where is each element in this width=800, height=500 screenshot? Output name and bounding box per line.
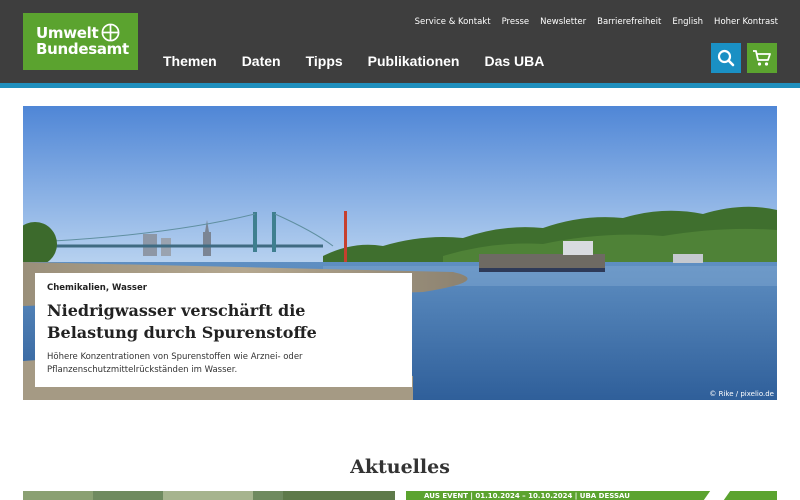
image-credit: © Rike / pixelio.de: [709, 390, 774, 398]
nav-item-daten[interactable]: Daten: [242, 52, 281, 70]
service-link-barrierefreiheit[interactable]: Barrierefreiheit: [597, 17, 661, 28]
hero-tags[interactable]: Chemikalien, Wasser: [47, 283, 147, 293]
teaser-image-segment: [23, 491, 93, 500]
teaser-image-segment: [163, 491, 253, 500]
news-teaser-image-left[interactable]: [23, 491, 395, 500]
nav-item-publikationen[interactable]: Publikationen: [368, 52, 460, 70]
section-title-aktuelles: Aktuelles: [350, 456, 450, 478]
hero-description: Höhere Konzentrationen von Spurenstoffen…: [47, 352, 303, 375]
hero-teaser-card[interactable]: Chemikalien, Wasser Niedrigwasser versch…: [35, 273, 412, 387]
service-link-english[interactable]: English: [672, 17, 703, 28]
search-button[interactable]: [711, 43, 741, 73]
main-navigation: Themen Daten Tipps Publikationen Das UBA: [163, 52, 569, 70]
teaser-image-segment: [283, 491, 395, 500]
cart-button[interactable]: [747, 43, 777, 73]
hero-headline[interactable]: Niedrigwasser verschärft die Belastung d…: [47, 300, 402, 344]
nav-item-das-uba[interactable]: Das UBA: [484, 52, 544, 70]
logo-text-line1: Umwelt: [36, 24, 99, 42]
uba-logo[interactable]: Umwelt Bundesamt: [23, 13, 138, 70]
cart-icon: [753, 50, 771, 66]
service-link-kontakt[interactable]: Service & Kontakt: [415, 17, 491, 28]
service-link-hoher-kontrast[interactable]: Hoher Kontrast: [714, 17, 778, 28]
service-navigation: Service & Kontakt Presse Newsletter Barr…: [415, 17, 778, 28]
nav-item-themen[interactable]: Themen: [163, 52, 217, 70]
news-teaser-banner-right[interactable]: AUS EVENT | 01.10.2024 – 10.10.2024 | UB…: [406, 491, 777, 500]
banner-slash-decoration: [703, 491, 731, 500]
site-header: Umwelt Bundesamt Service & Kontakt Press…: [0, 0, 800, 83]
service-link-newsletter[interactable]: Newsletter: [540, 17, 586, 28]
search-icon: [717, 49, 735, 67]
logo-text-line2: Bundesamt: [36, 40, 129, 58]
logo-emblem-icon: [101, 23, 120, 42]
header-divider: [0, 83, 800, 88]
service-link-presse[interactable]: Presse: [502, 17, 530, 28]
teaser-banner-text: AUS EVENT | 01.10.2024 – 10.10.2024 | UB…: [424, 492, 630, 500]
nav-item-tipps[interactable]: Tipps: [306, 52, 343, 70]
